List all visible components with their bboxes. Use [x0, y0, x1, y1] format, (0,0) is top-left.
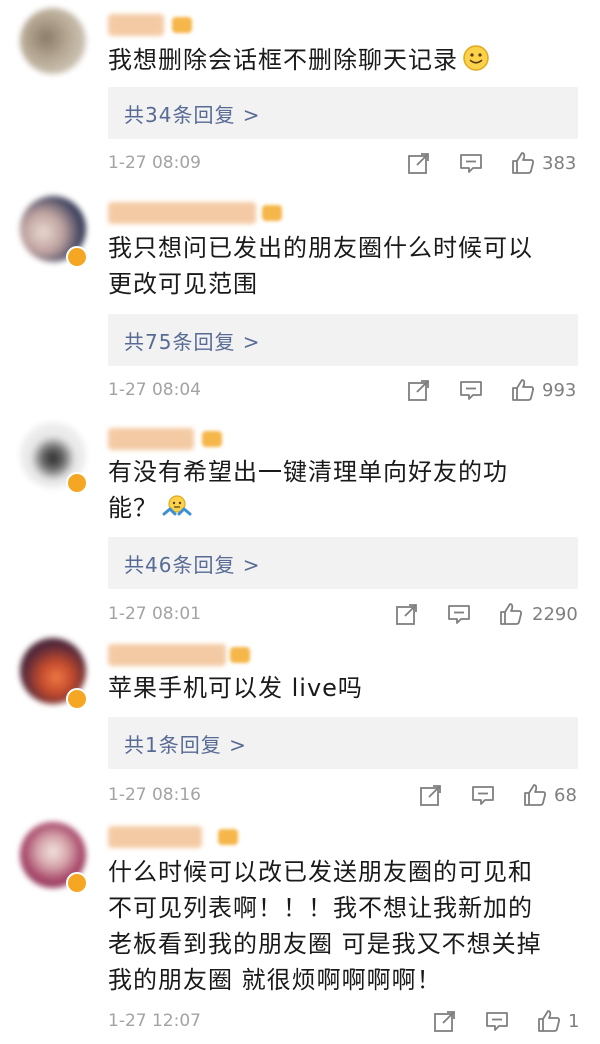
like-count: 993	[542, 380, 577, 401]
share-icon[interactable]	[406, 150, 432, 180]
user-badge-icon	[230, 647, 250, 663]
comment-text-line: 苹果手机可以发 live吗	[108, 674, 363, 702]
timestamp: 1-27 08:16	[108, 785, 201, 805]
timestamp: 1-27 08:01	[108, 604, 201, 624]
comment-text-line: 老板看到我的朋友圈 可是我又不想关掉	[108, 930, 542, 958]
timestamp: 1-27 12:07	[108, 1011, 201, 1031]
share-icon[interactable]	[432, 1008, 458, 1038]
user-badge-icon	[262, 205, 282, 221]
avatar[interactable]	[20, 8, 86, 74]
comment-icon[interactable]	[446, 601, 472, 631]
smile-emoji-icon	[462, 44, 490, 82]
view-replies-link[interactable]: 共1条回复 >	[124, 729, 247, 758]
comment-text: 什么时候可以改已发送朋友圈的可见和 不可见列表啊！！！我不想让我新加的 老板看到…	[108, 854, 578, 998]
comment-meta: 1-27 12:07 1	[108, 1008, 580, 1038]
share-icon[interactable]	[418, 782, 444, 812]
like-count: 2290	[532, 604, 578, 625]
timestamp: 1-27 08:09	[108, 153, 201, 173]
thumbs-up-icon[interactable]	[536, 1008, 562, 1038]
comment-text-line: 不可见列表啊！！！我不想让我新加的	[108, 894, 533, 922]
replies-box[interactable]: 共46条回复 >	[108, 537, 578, 589]
comment-text: 我只想问已发出的朋友圈什么时候可以 更改可见范围	[108, 230, 578, 302]
replies-box[interactable]: 共34条回复 >	[108, 87, 578, 139]
username-blurred[interactable]	[108, 202, 256, 224]
share-icon[interactable]	[406, 377, 432, 407]
verified-badge-icon	[66, 688, 88, 710]
comment-text-line: 我的朋友圈 就很烦啊啊啊啊！	[108, 966, 442, 994]
comment-meta: 1-27 08:09 383	[108, 150, 578, 180]
thumbs-up-icon[interactable]	[498, 601, 524, 631]
replies-box[interactable]: 共1条回复 >	[108, 717, 578, 769]
comment-icon[interactable]	[458, 377, 484, 407]
share-icon[interactable]	[394, 601, 420, 631]
replies-box[interactable]: 共75条回复 >	[108, 314, 578, 366]
verified-badge-icon	[66, 872, 88, 894]
comment-text: 苹果手机可以发 live吗	[108, 670, 578, 706]
comment-text-line: 我想删除会话框不删除聊天记录	[108, 46, 458, 74]
comment-meta: 1-27 08:16 68	[108, 782, 578, 812]
username-blurred[interactable]	[108, 428, 194, 450]
view-replies-link[interactable]: 共75条回复 >	[124, 326, 261, 355]
user-badge-icon	[172, 17, 192, 33]
comment-icon[interactable]	[484, 1008, 510, 1038]
comment-text-line: 能？	[108, 494, 158, 522]
user-badge-icon	[218, 829, 238, 845]
user-badge-icon	[202, 431, 222, 447]
username-blurred[interactable]	[108, 826, 202, 848]
timestamp: 1-27 08:04	[108, 380, 201, 400]
view-replies-link[interactable]: 共34条回复 >	[124, 99, 261, 128]
comment-text-line: 我只想问已发出的朋友圈什么时候可以	[108, 234, 533, 262]
verified-badge-icon	[66, 472, 88, 494]
comment-meta: 1-27 08:01 2290	[108, 601, 578, 631]
comment-text-line: 什么时候可以改已发送朋友圈的可见和	[108, 858, 533, 886]
comment-icon[interactable]	[470, 782, 496, 812]
comment-text: 我想删除会话框不删除聊天记录	[108, 42, 578, 82]
username-blurred[interactable]	[108, 644, 226, 666]
comment-meta: 1-27 08:04 993	[108, 377, 578, 407]
comment-icon[interactable]	[458, 150, 484, 180]
view-replies-link[interactable]: 共46条回复 >	[124, 549, 261, 578]
thumbs-up-icon[interactable]	[510, 150, 536, 180]
thumbs-up-icon[interactable]	[522, 782, 548, 812]
thumbs-up-icon[interactable]	[510, 377, 536, 407]
comment-text-line: 有没有希望出一键清理单向好友的功	[108, 458, 508, 486]
username-blurred[interactable]	[108, 14, 164, 36]
shrug-emoji-icon	[162, 492, 192, 530]
like-count: 68	[554, 785, 577, 806]
verified-badge-icon	[66, 246, 88, 268]
comment-text-line: 更改可见范围	[108, 270, 258, 298]
comment-text: 有没有希望出一键清理单向好友的功 能？	[108, 454, 578, 530]
like-count: 383	[542, 153, 577, 174]
like-count: 1	[568, 1011, 580, 1032]
